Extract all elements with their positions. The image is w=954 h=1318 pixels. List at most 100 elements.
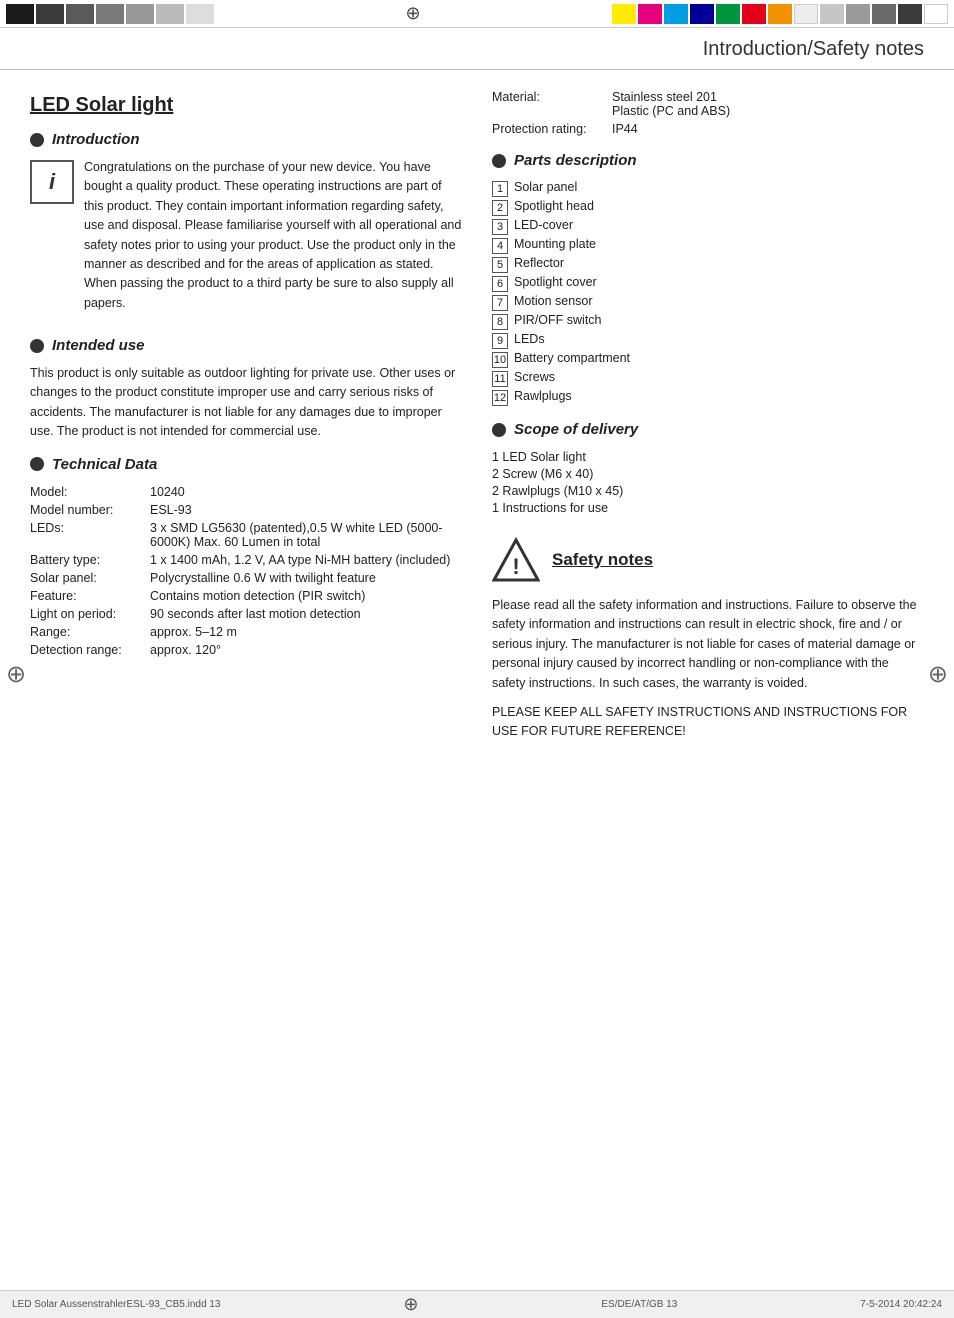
parts-list-item: 3 LED-cover [492,217,924,236]
parts-list-item: 8PIR/OFF switch [492,312,924,331]
parts-list-item: 11 Screws [492,369,924,388]
delivery-list-item: 2 Screw (M6 x 40) [492,465,924,482]
tech-value: Polycrystalline 0.6 W with twilight feat… [150,569,462,587]
tech-table-row: Model number:ESL-93 [30,501,462,519]
technical-data-heading: Technical Data [30,456,462,473]
footer-page-info: ES/DE/AT/GB 13 [601,1299,677,1310]
tech-label: Battery type: [30,551,150,569]
parts-list-item: 2 Spotlight head [492,198,924,217]
part-number: 8 [492,314,508,330]
safety-title: Safety notes [552,550,653,570]
tech-label: Light on period: [30,605,150,623]
tech-data-title: Technical Data [52,456,157,473]
safety-body2: PLEASE KEEP ALL SAFETY INSTRUCTIONS AND … [492,703,924,742]
part-number: 4 [492,238,508,254]
right-crosshair: ⊕ [928,660,948,689]
tech-value: approx. 120° [150,641,462,659]
tech-value: 10240 [150,483,462,501]
safety-warning-icon: ! [492,536,540,584]
tech-value: Contains motion detection (PIR switch) [150,587,462,605]
tech-table-row: LEDs:3 x SMD LG5630 (patented),0.5 W whi… [30,519,462,551]
spec-label: Material: [492,88,612,120]
delivery-list-item: 2 Rawlplugs (M10 x 45) [492,482,924,499]
scope-heading: Scope of delivery [492,421,924,438]
top-color-bar: ⊕ [0,0,954,28]
part-label: Rawlplugs [514,389,572,403]
tech-value: approx. 5–12 m [150,623,462,641]
part-number: 3 [492,219,508,235]
spec-table-row: Protection rating:IP44 [492,120,924,138]
part-label: Reflector [514,256,564,270]
tech-table-row: Light on period:90 seconds after last mo… [30,605,462,623]
tech-value: 90 seconds after last motion detection [150,605,462,623]
part-label: Battery compartment [514,351,630,365]
tech-label: Solar panel: [30,569,150,587]
part-number: 1 [492,181,508,197]
part-number: 10 [492,352,508,368]
part-number: 12 [492,390,508,406]
spec-table: Material:Stainless steel 201 Plastic (PC… [492,88,924,138]
tech-value: 3 x SMD LG5630 (patented),0.5 W white LE… [150,519,462,551]
parts-list: 1 Solar panel 2 Spotlight head 3 LED-cover 4 Mo… [492,179,924,407]
footer-bar: LED Solar AussenstrahlerESL-93_CB5.indd … [0,1290,954,1318]
tech-value: ESL-93 [150,501,462,519]
safety-header: ! Safety notes [492,536,924,584]
part-label: Motion sensor [514,294,593,308]
tech-label: LEDs: [30,519,150,551]
left-color-swatches [0,0,220,27]
left-crosshair: ⊕ [6,660,26,689]
intended-use-bullet [30,339,44,353]
page-header: Introduction/Safety notes [0,28,954,70]
spec-label: Protection rating: [492,120,612,138]
parts-list-item: 7 Motion sensor [492,293,924,312]
spec-value: IP44 [612,120,924,138]
footer-right-text: 7-5-2014 20:42:24 [860,1299,942,1310]
part-number: 6 [492,276,508,292]
part-label: Screws [514,370,555,384]
tech-table-row: Battery type:1 x 1400 mAh, 1.2 V, AA typ… [30,551,462,569]
intro-info-box: i Congratulations on the purchase of you… [30,158,462,323]
right-column: Material:Stainless steel 201 Plastic (PC… [492,88,924,752]
parts-list-item: 4 Mounting plate [492,236,924,255]
intended-use-title: Intended use [52,337,145,354]
safety-body1: Please read all the safety information a… [492,596,924,693]
intro-body: Congratulations on the purchase of your … [84,158,462,313]
scope-bullet [492,423,506,437]
spec-value: Stainless steel 201 Plastic (PC and ABS) [612,88,924,120]
part-number: 11 [492,371,508,387]
part-label: Mounting plate [514,237,596,251]
scope-title: Scope of delivery [514,421,638,438]
footer-crosshair: ⊕ [403,1294,418,1315]
parts-list-item: 10 Battery compartment [492,350,924,369]
part-number: 5 [492,257,508,273]
part-label: Spotlight cover [514,275,597,289]
part-number: 7 [492,295,508,311]
introduction-heading: Introduction [30,131,462,148]
tech-table-row: Detection range:approx. 120° [30,641,462,659]
part-number: 2 [492,200,508,216]
tech-table-row: Range:approx. 5–12 m [30,623,462,641]
tech-data-table: Model:10240Model number:ESL-93LEDs:3 x S… [30,483,462,659]
part-label: LED-cover [514,218,573,232]
spec-table-row: Material:Stainless steel 201 Plastic (PC… [492,88,924,120]
tech-data-bullet [30,457,44,471]
tech-label: Model: [30,483,150,501]
part-label: Solar panel [514,180,577,194]
parts-list-item: 5 Reflector [492,255,924,274]
tech-label: Detection range: [30,641,150,659]
delivery-list: 1 LED Solar light2 Screw (M6 x 40)2 Rawl… [492,448,924,516]
parts-list-item: 12 Rawlplugs [492,388,924,407]
parts-list-item: 6 Spotlight cover [492,274,924,293]
svg-text:!: ! [512,554,519,579]
intro-bullet [30,133,44,147]
product-title: LED Solar light [30,94,462,117]
parts-title: Parts description [514,152,637,169]
tech-table-row: Feature:Contains motion detection (PIR s… [30,587,462,605]
tech-label: Range: [30,623,150,641]
top-crosshair: ⊕ [220,0,606,27]
part-label: Spotlight head [514,199,594,213]
left-column: LED Solar light Introduction i Congratul… [30,88,462,752]
tech-label: Model number: [30,501,150,519]
part-number: 9 [492,333,508,349]
intro-title: Introduction [52,131,139,148]
